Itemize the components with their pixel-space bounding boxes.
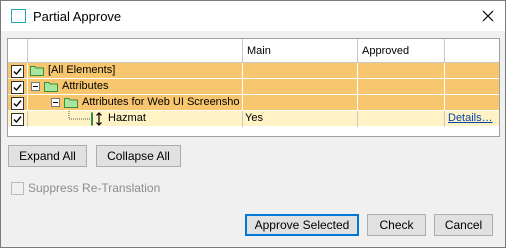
- collapse-toggle-icon[interactable]: [31, 82, 40, 91]
- attribute-icon: [91, 112, 102, 126]
- details-cell: [445, 79, 499, 95]
- window-title: Partial Approve: [33, 9, 122, 24]
- checkmark-icon: [13, 100, 22, 108]
- header-tree-column: [28, 39, 243, 63]
- main-cell: [243, 95, 358, 111]
- collapse-toggle-icon[interactable]: [51, 98, 60, 107]
- approved-cell: [358, 111, 445, 127]
- row-checkbox[interactable]: [11, 97, 24, 110]
- expand-all-button[interactable]: Expand All: [8, 145, 87, 167]
- check-button[interactable]: Check: [367, 214, 426, 236]
- approved-cell: [358, 63, 445, 79]
- collapse-all-button[interactable]: Collapse All: [96, 145, 181, 167]
- checkmark-icon: [13, 84, 22, 92]
- cancel-button[interactable]: Cancel: [434, 214, 493, 236]
- suppress-retranslation-checkbox[interactable]: [11, 182, 24, 195]
- header-main[interactable]: Main: [243, 39, 358, 63]
- folder-icon: [44, 82, 58, 92]
- checkmark-icon: [13, 116, 22, 124]
- header-details: [445, 39, 499, 63]
- suppress-retranslation-label: Suppress Re-Translation: [28, 181, 161, 195]
- row-checkbox[interactable]: [11, 81, 24, 94]
- tree-row[interactable]: Attributes: [8, 79, 499, 95]
- row-checkbox[interactable]: [11, 113, 24, 126]
- main-cell: [243, 79, 358, 95]
- approved-cell: [358, 79, 445, 95]
- approve-selected-button[interactable]: Approve Selected: [245, 214, 359, 236]
- approval-grid[interactable]: Main Approved [All Elements] Attributes …: [7, 38, 500, 137]
- main-cell: [243, 63, 358, 79]
- approved-cell: [358, 95, 445, 111]
- header-checkbox-column: [8, 39, 28, 63]
- header-approved[interactable]: Approved: [358, 39, 445, 63]
- window-icon: [11, 9, 26, 23]
- main-cell: Yes: [243, 111, 358, 127]
- checkmark-icon: [13, 68, 22, 76]
- details-cell: [445, 63, 499, 79]
- folder-icon: [30, 66, 44, 76]
- row-label: [All Elements]: [48, 64, 116, 76]
- row-checkbox[interactable]: [11, 65, 24, 78]
- row-label: Hazmat: [108, 112, 146, 124]
- row-label: Attributes for Web UI Screensho: [82, 96, 240, 108]
- details-cell: [445, 95, 499, 111]
- tree-row[interactable]: Hazmat Yes Details…: [8, 111, 499, 127]
- details-link[interactable]: Details…: [448, 112, 493, 124]
- tree-row[interactable]: [All Elements]: [8, 63, 499, 79]
- tree-row[interactable]: Attributes for Web UI Screensho: [8, 95, 499, 111]
- close-button[interactable]: [477, 5, 499, 27]
- title-bar: Partial Approve: [1, 1, 505, 31]
- grid-header: Main Approved: [8, 39, 499, 63]
- folder-icon: [64, 98, 78, 108]
- close-icon: [482, 10, 494, 22]
- row-label: Attributes: [62, 80, 109, 92]
- partial-approve-dialog: Partial Approve Main Approved [All Eleme…: [0, 0, 506, 248]
